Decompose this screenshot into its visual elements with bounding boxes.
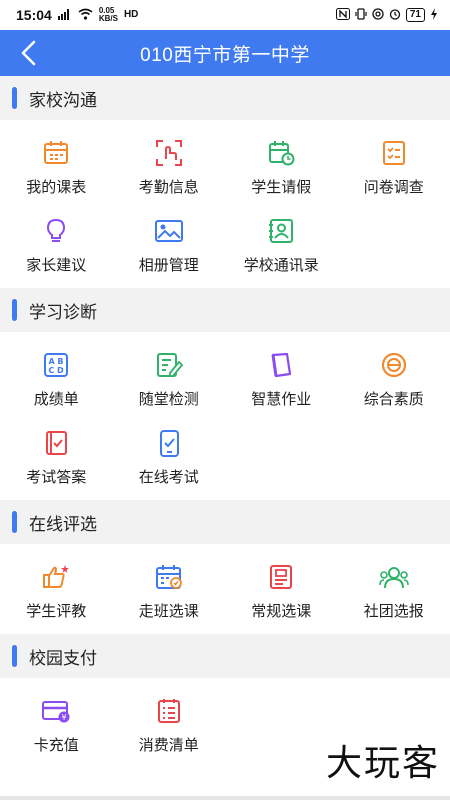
back-button[interactable] [0, 30, 56, 76]
contacts-icon [266, 216, 296, 246]
section-header-home-school: 家校沟通 [0, 76, 450, 120]
calendar-icon [41, 138, 71, 168]
item-comprehensive-quality[interactable]: 综合素质 [338, 340, 450, 418]
section-header-online-selection: 在线评选 [0, 500, 450, 544]
item-club-registration[interactable]: 社团选报 [338, 552, 450, 630]
exam-answer-icon [41, 428, 71, 458]
item-consumption-bill[interactable]: 消费清单 [113, 686, 226, 764]
item-card-recharge[interactable]: ¥ 卡充值 [0, 686, 113, 764]
watermark: 大玩客 [325, 743, 440, 784]
item-student-leave[interactable]: 学生请假 [225, 128, 338, 206]
item-label: 相册管理 [138, 256, 199, 274]
attendance-scan-icon [154, 138, 184, 168]
item-label: 综合素质 [363, 390, 424, 408]
grid-home-school: 我的课表 考勤信息 学生请假 问卷调查 家长建议 相册管理 学校通讯录 [0, 120, 450, 288]
section-title: 家校沟通 [29, 90, 97, 110]
svg-text:¥: ¥ [62, 713, 67, 722]
back-arrow-icon [21, 40, 36, 66]
nav-bar: 010西宁市第一中学 [0, 30, 450, 76]
page-title: 010西宁市第一中学 [140, 44, 310, 66]
item-label: 社团选报 [363, 602, 424, 620]
item-label: 考试答案 [26, 468, 87, 486]
item-online-exam[interactable]: 在线考试 [113, 418, 226, 496]
course-select-icon [266, 562, 296, 592]
signal-icon [57, 8, 72, 23]
svg-text:C D: C D [49, 366, 65, 375]
class-select-icon [154, 562, 184, 592]
item-parent-suggestion[interactable]: 家长建议 [0, 206, 113, 284]
abcd-icon: A BC D [41, 350, 71, 380]
section-title: 校园支付 [29, 648, 97, 668]
status-time: 15:04 [16, 7, 52, 23]
edit-note-icon [154, 350, 184, 380]
item-label: 学校通讯录 [243, 256, 319, 274]
item-label: 随堂检测 [138, 390, 199, 408]
club-icon [378, 562, 409, 592]
at-icon [372, 7, 384, 23]
item-label: 成绩单 [33, 390, 79, 408]
item-student-evaluation[interactable]: 学生评教 [0, 552, 113, 630]
thumbs-up-icon [41, 562, 71, 592]
item-class-test[interactable]: 随堂检测 [113, 340, 226, 418]
item-my-schedule[interactable]: 我的课表 [0, 128, 113, 206]
item-label: 问卷调查 [363, 178, 424, 196]
battery-icon: 71 [405, 8, 425, 22]
section-accent-bar [12, 645, 17, 667]
quality-badge-icon [379, 350, 409, 380]
item-label: 在线考试 [138, 468, 199, 486]
item-label: 学生请假 [251, 178, 312, 196]
speed-unit: KB/S [98, 14, 118, 23]
grid-online-selection: 学生评教 走班选课 常规选课 社团选报 [0, 544, 450, 634]
section-accent-bar [12, 87, 17, 109]
item-label: 智慧作业 [251, 390, 312, 408]
photo-album-icon [154, 216, 184, 246]
grid-learning-diagnosis: A BC D 成绩单 随堂检测 智慧作业 综合素质 考试答案 在线考试 [0, 332, 450, 500]
section-header-campus-payment: 校园支付 [0, 634, 450, 678]
network-speed: 0.05 KB/S [99, 7, 118, 23]
item-report-card[interactable]: A BC D 成绩单 [0, 340, 113, 418]
item-label: 常规选课 [251, 602, 312, 620]
item-survey[interactable]: 问卷调查 [338, 128, 450, 206]
wifi-icon [78, 8, 93, 23]
section-accent-bar [12, 299, 17, 321]
item-school-contacts[interactable]: 学校通讯录 [225, 206, 338, 284]
alarm-icon [389, 8, 401, 23]
item-label: 考勤信息 [138, 178, 199, 196]
status-bar: 15:04 0.05 KB/S HD 71 [0, 0, 450, 30]
svg-text:A B: A B [49, 357, 64, 366]
item-label: 卡充值 [33, 736, 79, 754]
item-label: 家长建议 [26, 256, 87, 274]
item-class-course-selection[interactable]: 走班选课 [113, 552, 226, 630]
item-regular-course-selection[interactable]: 常规选课 [225, 552, 338, 630]
leave-calendar-icon [266, 138, 296, 168]
nfc-icon [335, 7, 350, 23]
online-exam-icon [154, 428, 184, 458]
item-album[interactable]: 相册管理 [113, 206, 226, 284]
vibrate-icon [355, 7, 367, 23]
item-label: 学生评教 [26, 602, 87, 620]
section-accent-bar [12, 511, 17, 533]
hd-badge: HD [123, 9, 139, 20]
section-title: 学习诊断 [29, 302, 97, 322]
item-label: 消费清单 [138, 736, 199, 754]
lightbulb-icon [41, 216, 71, 246]
item-smart-homework[interactable]: 智慧作业 [225, 340, 338, 418]
item-label: 走班选课 [138, 602, 199, 620]
item-exam-answers[interactable]: 考试答案 [0, 418, 113, 496]
section-title: 在线评选 [29, 514, 97, 534]
survey-icon [379, 138, 409, 168]
bottom-nav-strip [0, 796, 450, 800]
charging-icon [430, 7, 438, 23]
section-header-learning-diagnosis: 学习诊断 [0, 288, 450, 332]
homework-icon [266, 350, 296, 380]
item-label: 我的课表 [26, 178, 87, 196]
card-recharge-icon: ¥ [41, 696, 71, 726]
item-attendance[interactable]: 考勤信息 [113, 128, 226, 206]
bill-list-icon [154, 696, 184, 726]
status-left: 15:04 0.05 KB/S HD [16, 7, 139, 24]
status-right: 71 [335, 7, 438, 23]
